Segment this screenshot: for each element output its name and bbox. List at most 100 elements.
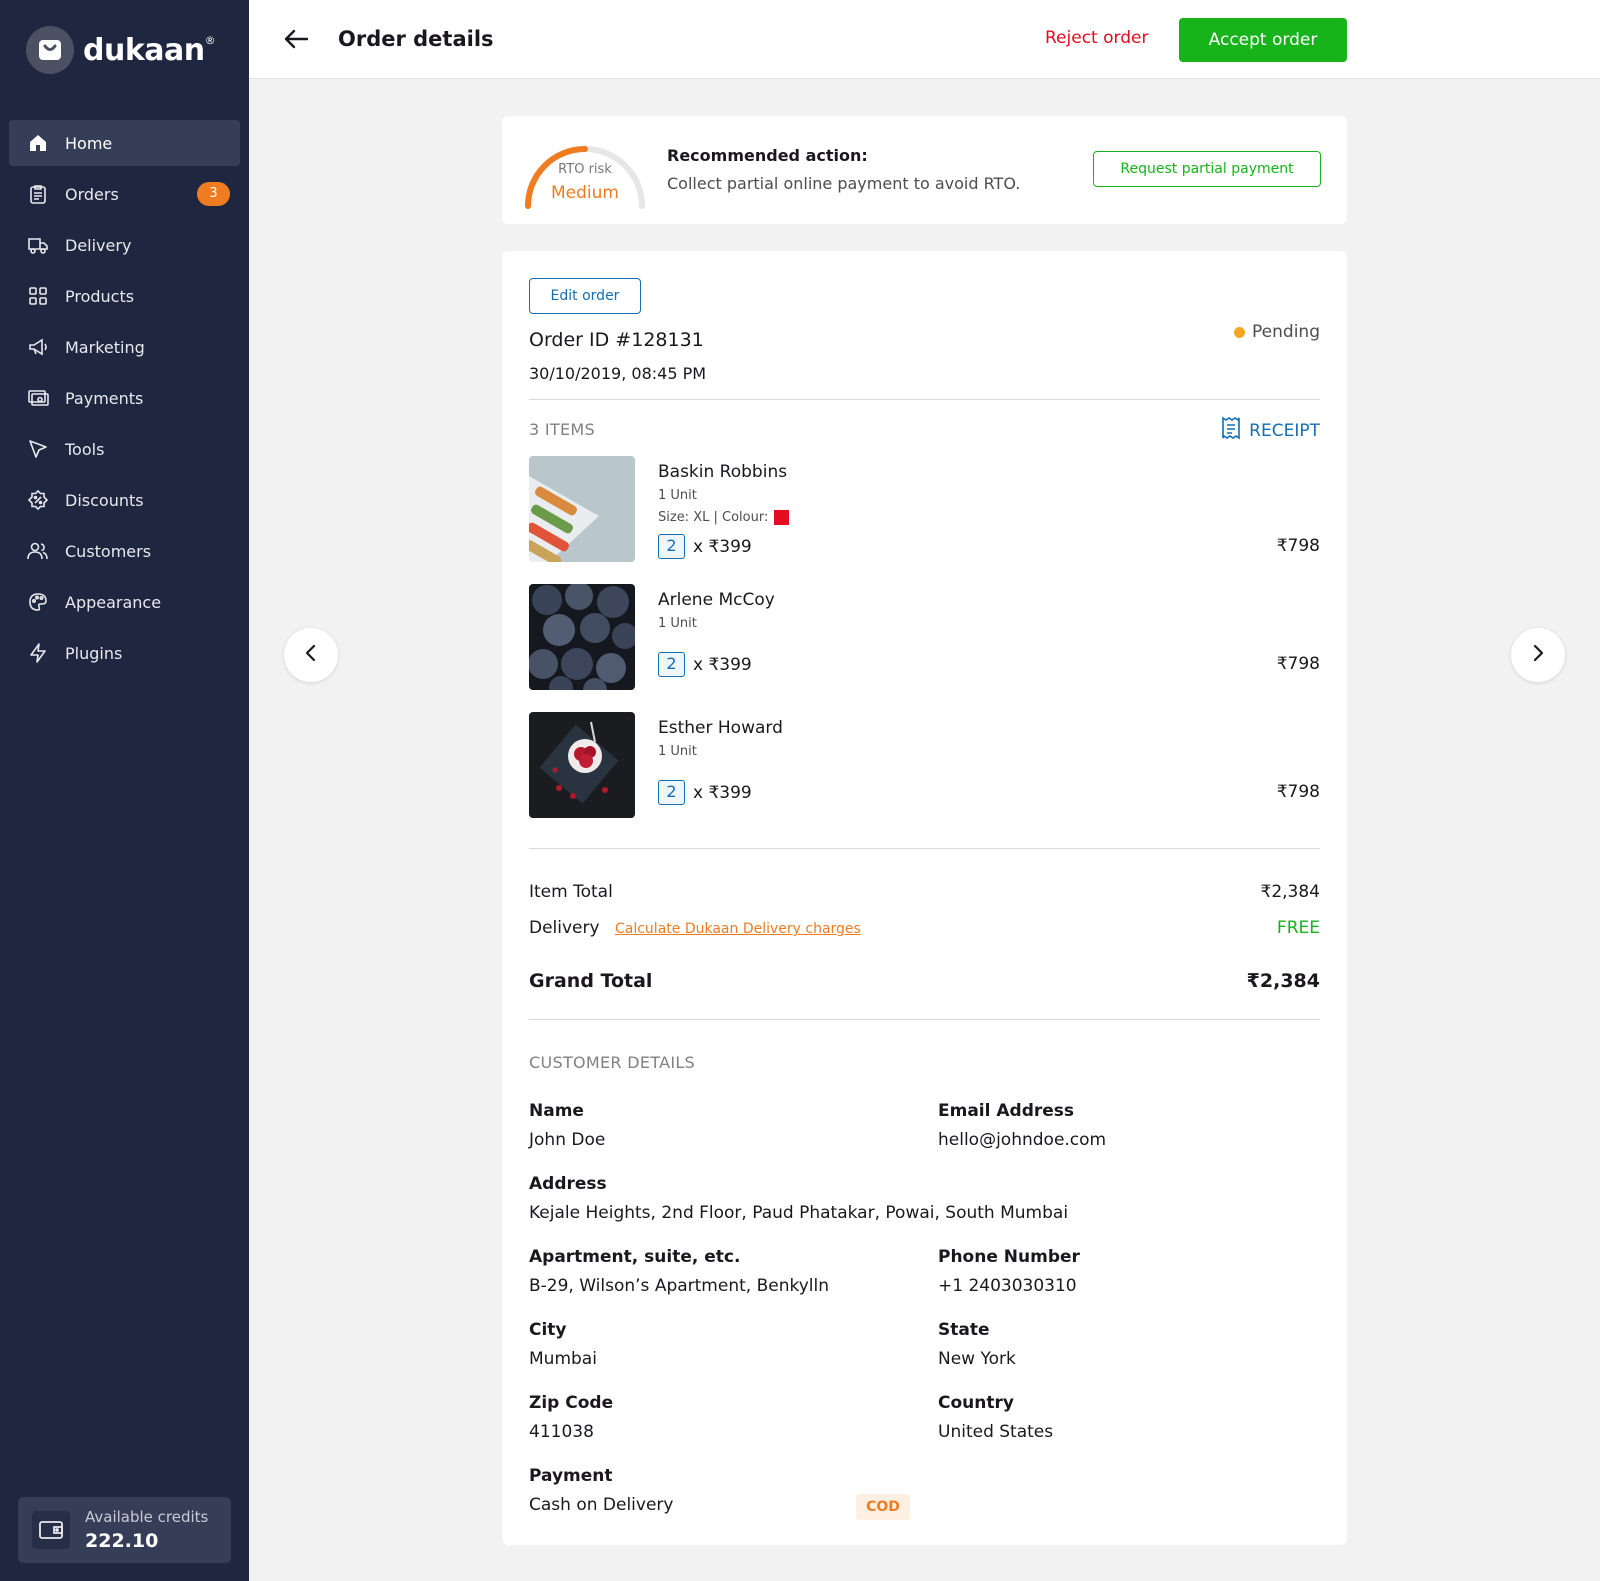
sidebar-item-customers[interactable]: Customers <box>9 528 240 574</box>
order-item[interactable]: Esther Howard 1 Unit 2 x ₹399 ₹798 <box>529 712 1320 818</box>
customer-zip-field: Zip Code 411038 <box>529 1393 613 1442</box>
item-unit-price: x ₹399 <box>693 782 752 803</box>
sidebar-item-label: Marketing <box>65 337 145 357</box>
sidebar-item-orders[interactable]: Orders 3 <box>9 171 240 217</box>
sidebar-item-tools[interactable]: Tools <box>9 426 240 472</box>
sidebar-item-label: Plugins <box>65 643 123 663</box>
item-unit-price: x ₹399 <box>693 536 752 557</box>
status-label: Pending <box>1252 322 1320 342</box>
accept-order-button[interactable]: Accept order <box>1179 18 1347 62</box>
item-total: ₹798 <box>1276 782 1320 802</box>
field-label: Apartment, suite, etc. <box>529 1247 741 1267</box>
payment-method: Cash on Delivery <box>529 1495 674 1515</box>
customer-apartment: B-29, Wilson’s Apartment, Benkylln <box>529 1276 829 1296</box>
sidebar-item-label: Discounts <box>65 490 144 510</box>
customer-state: New York <box>938 1349 1016 1369</box>
customer-country-field: Country United States <box>938 1393 1053 1442</box>
delivery-row: Delivery Calculate Dukaan Delivery charg… <box>529 918 1320 938</box>
topbar: Order details Reject order Accept order <box>249 0 1600 79</box>
order-item[interactable]: Arlene McCoy 1 Unit 2 x ₹399 ₹798 <box>529 584 1320 690</box>
items-count: 3 ITEMS <box>529 420 595 439</box>
cursor-icon <box>27 438 49 460</box>
edit-order-button[interactable]: Edit order <box>529 278 641 314</box>
customer-phone-field: Phone Number +1 2403030310 <box>938 1247 1080 1296</box>
sidebar-item-discounts[interactable]: Discounts <box>9 477 240 523</box>
item-name: Esther Howard <box>658 718 783 738</box>
grand-total-row: Grand Total ₹2,384 <box>529 970 1320 992</box>
item-quantity-row: 2 x ₹399 <box>658 652 752 677</box>
credits-value: 222.10 <box>85 1530 159 1552</box>
calculate-delivery-link[interactable]: Calculate Dukaan Delivery charges <box>615 921 861 937</box>
recommended-action-title: Recommended action: <box>667 146 868 165</box>
delivery-value: FREE <box>1276 918 1320 938</box>
grand-total-label: Grand Total <box>529 970 653 992</box>
request-partial-payment-button[interactable]: Request partial payment <box>1093 151 1321 187</box>
field-label: Name <box>529 1101 584 1121</box>
customer-apartment-field: Apartment, suite, etc. B-29, Wilson’s Ap… <box>529 1247 829 1296</box>
page-title: Order details <box>338 27 494 51</box>
megaphone-icon <box>27 336 49 358</box>
customer-state-field: State New York <box>938 1320 1016 1369</box>
customer-email-field: Email Address hello@johndoe.com <box>938 1101 1106 1150</box>
sidebar-item-home[interactable]: Home <box>9 120 240 166</box>
item-unit-price: x ₹399 <box>693 654 752 675</box>
order-item[interactable]: Baskin Robbins 1 Unit Size: XL | Colour:… <box>529 456 1320 562</box>
users-icon <box>27 540 49 562</box>
discount-icon <box>27 489 49 511</box>
sidebar-item-payments[interactable]: Payments <box>9 375 240 421</box>
customer-email: hello@johndoe.com <box>938 1130 1107 1150</box>
divider <box>529 848 1320 849</box>
brand-name: dukaan <box>83 32 205 68</box>
brand-registered-mark: ® <box>204 33 216 47</box>
sidebar-item-products[interactable]: Products <box>9 273 240 319</box>
field-label: Email Address <box>938 1101 1075 1121</box>
item-variant-label: Size: XL | Colour: <box>658 510 769 525</box>
item-total: ₹798 <box>1276 536 1320 556</box>
item-quantity: 2 <box>658 780 685 805</box>
customer-address-field: Address Kejale Heights, 2nd Floor, Paud … <box>529 1174 1068 1223</box>
sidebar-item-label: Appearance <box>65 592 162 612</box>
customer-country: United States <box>938 1422 1054 1442</box>
order-date: 30/10/2019, 08:45 PM <box>529 364 707 383</box>
sidebar-item-label: Customers <box>65 541 152 561</box>
customer-name-field: Name John Doe <box>529 1101 605 1150</box>
payments-icon <box>27 387 49 409</box>
sidebar-item-delivery[interactable]: Delivery <box>9 222 240 268</box>
receipt-label: RECEIPT <box>1249 420 1320 441</box>
delivery-label: Delivery <box>529 918 600 938</box>
customer-city-field: City Mumbai <box>529 1320 597 1369</box>
orders-count-badge: 3 <box>197 182 230 206</box>
available-credits[interactable]: Available credits 222.10 <box>18 1497 231 1563</box>
home-icon <box>27 132 49 154</box>
item-name: Baskin Robbins <box>658 462 788 482</box>
field-label: State <box>938 1320 990 1340</box>
sidebar-item-label: Tools <box>65 439 105 459</box>
customer-address: Kejale Heights, 2nd Floor, Paud Phatakar… <box>529 1203 1069 1223</box>
next-order-button[interactable] <box>1511 628 1565 682</box>
sidebar-item-plugins[interactable]: Plugins <box>9 630 240 676</box>
sidebar-item-label: Payments <box>65 388 144 408</box>
truck-icon <box>27 234 49 256</box>
order-id: Order ID #128131 <box>529 329 704 351</box>
divider <box>529 1019 1320 1020</box>
reject-order-button[interactable]: Reject order <box>1045 28 1148 48</box>
sidebar-item-marketing[interactable]: Marketing <box>9 324 240 370</box>
dukaan-logo-icon <box>26 26 74 74</box>
rto-risk-level: Medium <box>551 183 619 203</box>
sidebar-item-appearance[interactable]: Appearance <box>9 579 240 625</box>
bolt-icon <box>27 642 49 664</box>
customer-zip: 411038 <box>529 1422 594 1442</box>
order-card: Edit order Order ID #128131 30/10/2019, … <box>502 251 1347 1545</box>
colour-swatch <box>774 510 790 525</box>
brand[interactable]: dukaan ® <box>26 26 216 74</box>
customer-payment-field: Payment Cash on Delivery <box>529 1466 673 1515</box>
wallet-icon <box>32 1511 70 1549</box>
sidebar-item-label: Delivery <box>65 235 132 255</box>
receipt-link[interactable]: RECEIPT <box>1221 416 1320 445</box>
item-total-row: Item Total ₹2,384 <box>529 882 1320 902</box>
item-quantity-row: 2 x ₹399 <box>658 534 752 559</box>
previous-order-button[interactable] <box>284 628 338 682</box>
cod-badge: COD <box>856 1494 910 1520</box>
grid-icon <box>27 285 49 307</box>
back-arrow-icon[interactable] <box>281 24 311 54</box>
